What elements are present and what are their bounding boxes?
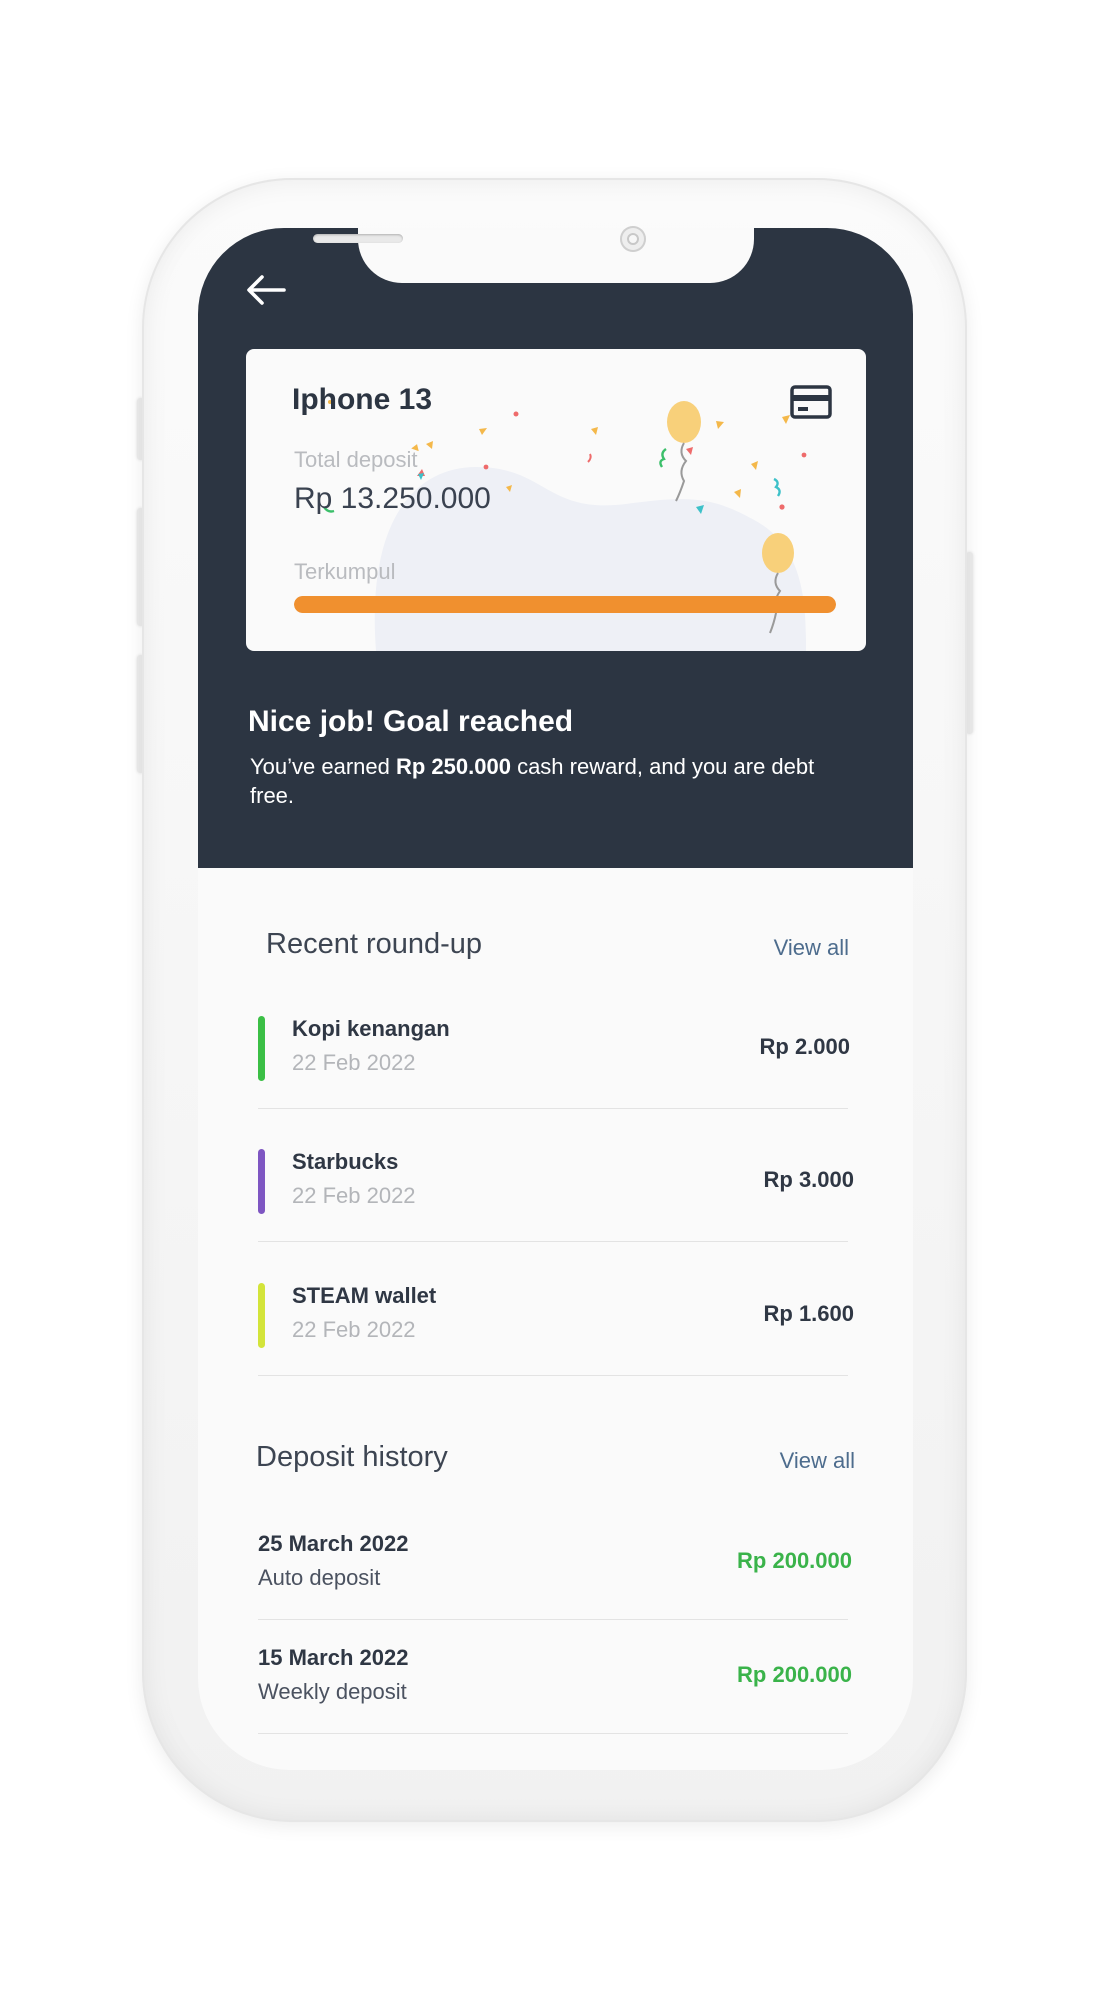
progress-bar-fill (294, 596, 836, 613)
goal-reached-text: You’ve earned Rp 250.000 cash reward, an… (250, 752, 850, 810)
deposit-history-title: Deposit history (256, 1441, 448, 1473)
recent-roundup-title: Recent round-up (266, 928, 483, 960)
roundup-amount: Rp 1.600 (763, 1301, 855, 1326)
roundup-amount: Rp 2.000 (759, 1034, 851, 1059)
merchant-name: STEAM wallet (292, 1283, 437, 1308)
transaction-date: 22 Feb 2022 (292, 1317, 416, 1342)
merchant-name: Kopi kenangan (292, 1016, 450, 1041)
goal-text-before: You’ve earned (250, 754, 396, 779)
deposit-amount: Rp 200.000 (737, 1548, 852, 1573)
deposit-view-all-link[interactable]: View all (780, 1448, 855, 1474)
deposit-type: Weekly deposit (258, 1679, 407, 1704)
progress-label: Terkumpul (294, 559, 396, 584)
divider (258, 1108, 848, 1109)
speaker-grille (313, 234, 403, 243)
category-color-bar (258, 1149, 265, 1214)
roundup-amount: Rp 3.000 (763, 1167, 855, 1192)
total-deposit-amount: Rp 13.250.000 (294, 482, 491, 515)
divider (258, 1733, 848, 1734)
roundup-view-all-link[interactable]: View all (774, 935, 849, 961)
deposit-date: 25 March 2022 (258, 1531, 409, 1556)
credit-card-icon[interactable] (790, 385, 832, 419)
power-button (966, 552, 973, 734)
divider (258, 1375, 848, 1376)
phone-notch (358, 228, 754, 283)
deposit-date: 15 March 2022 (258, 1645, 409, 1670)
merchant-name: Starbucks (292, 1149, 399, 1174)
deposit-amount: Rp 200.000 (737, 1662, 852, 1687)
total-deposit-label: Total deposit (294, 447, 418, 472)
front-camera (620, 226, 646, 252)
reward-amount: Rp 250.000 (395, 754, 511, 779)
category-color-bar (258, 1283, 265, 1348)
deposit-type: Auto deposit (258, 1565, 381, 1590)
divider (258, 1619, 848, 1620)
arrow-left-icon[interactable] (244, 268, 288, 312)
progress-bar (294, 596, 836, 613)
goal-card[interactable]: Iphone 13 Total deposit Rp 13.250.000 Te… (246, 349, 866, 651)
goal-header: Iphone 13 Total deposit Rp 13.250.000 Te… (198, 228, 913, 868)
category-color-bar (258, 1016, 265, 1081)
goal-name: Iphone 13 (292, 383, 433, 416)
transaction-date: 22 Feb 2022 (292, 1050, 416, 1075)
divider (258, 1241, 848, 1242)
goal-reached-title: Nice job! Goal reached (248, 705, 574, 738)
app-screen: Iphone 13 Total deposit Rp 13.250.000 Te… (198, 228, 913, 1770)
transaction-date: 22 Feb 2022 (292, 1183, 416, 1208)
